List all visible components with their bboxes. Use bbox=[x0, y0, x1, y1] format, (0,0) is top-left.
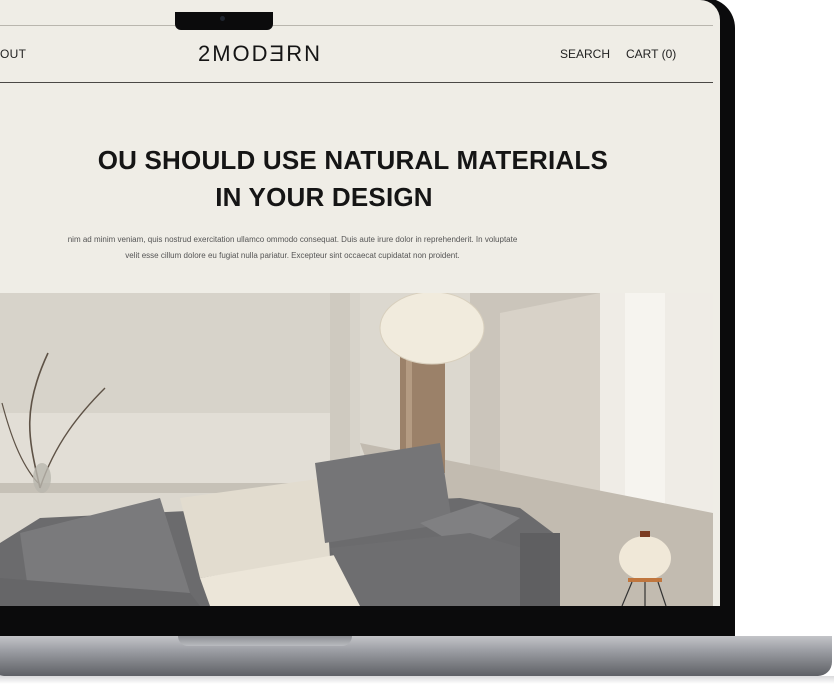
hero-headline-line2: IN YOUR DESIGN bbox=[215, 182, 433, 212]
nav-link-about[interactable]: OUT bbox=[0, 47, 26, 61]
nav-link-search[interactable]: SEARCH bbox=[560, 47, 610, 61]
header-top-divider bbox=[0, 25, 713, 26]
laptop-shadow bbox=[0, 676, 834, 684]
hero-image bbox=[0, 293, 713, 606]
site-logo[interactable]: 2MODƎRN bbox=[198, 41, 322, 67]
hero-body-line1: nim ad minim veniam, quis nostrud exerci… bbox=[67, 235, 518, 244]
laptop-screen: OUT 2MODƎRN SEARCH CART (0) OU SHOULD US… bbox=[0, 0, 720, 606]
header-bottom-divider bbox=[0, 82, 713, 83]
living-room-illustration bbox=[0, 293, 713, 606]
nav-link-cart[interactable]: CART (0) bbox=[626, 47, 676, 61]
camera-icon bbox=[220, 16, 225, 21]
hero-body-line2: velit esse cillum dolore eu fugiat nulla… bbox=[125, 251, 460, 260]
camera-notch bbox=[175, 12, 273, 30]
hero-headline-line1: OU SHOULD USE NATURAL MATERIALS bbox=[97, 145, 608, 175]
hero-headline: OU SHOULD USE NATURAL MATERIALS IN YOUR … bbox=[0, 142, 608, 216]
hero-body-copy: nim ad minim veniam, quis nostrud exerci… bbox=[0, 232, 595, 264]
laptop-base-notch bbox=[178, 636, 352, 646]
laptop-base bbox=[0, 636, 832, 676]
